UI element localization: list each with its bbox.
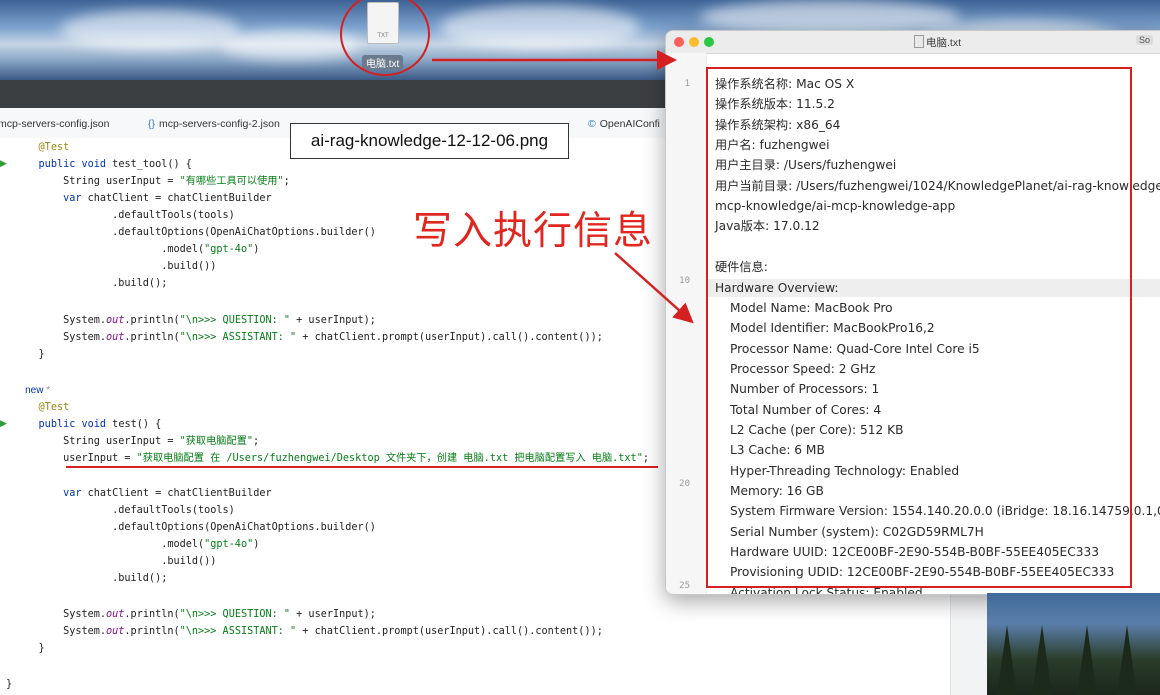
tab-mcp-servers-config-2[interactable]: {} mcp-servers-config-2.json [148, 118, 280, 130]
run-test-icon[interactable]: ▶ [0, 159, 7, 169]
code-line[interactable]: userInput = "获取电脑配置 在 /Users/fuzhengwei/… [14, 450, 649, 467]
code-line[interactable]: var chatClient = chatClientBuilder [14, 485, 272, 502]
tab-mcp-servers-config[interactable]: mcp-servers-config.json [0, 118, 109, 130]
tab-label: OpenAIConfi [599, 118, 660, 130]
run-test-icon[interactable]: ▶ [0, 419, 7, 429]
code-line[interactable]: System.out.println("\n>>> QUESTION: " + … [14, 606, 376, 623]
close-window-button[interactable] [674, 37, 684, 47]
class-icon: © [588, 118, 596, 130]
line-number: 1 [684, 79, 690, 89]
line-number: 20 [679, 479, 690, 489]
code-line[interactable]: String userInput = "获取电脑配置"; [14, 433, 259, 450]
tab-openai-config[interactable]: © OpenAIConfi [588, 118, 660, 130]
code-line[interactable]: } [14, 346, 45, 363]
code-line[interactable]: System.out.println("\n>>> QUESTION: " + … [14, 312, 376, 329]
code-line[interactable]: public void test_tool() { [14, 156, 192, 173]
tab-label: mcp-servers-config.json [0, 118, 110, 130]
code-line[interactable]: .model("gpt-4o") [14, 536, 259, 553]
code-line[interactable]: .build(); [14, 570, 167, 587]
code-line[interactable]: .defaultOptions(OpenAiChatOptions.builde… [14, 519, 376, 536]
code-line[interactable]: .build()) [14, 553, 216, 570]
code-line[interactable]: .build(); [14, 275, 167, 292]
screenshot-filename-label: ai-rag-knowledge-12-12-06.png [290, 123, 569, 159]
code-line[interactable]: System.out.println("\n>>> ASSISTANT: " +… [14, 623, 603, 640]
line-number: 25 [679, 581, 690, 591]
zoom-window-button[interactable] [704, 37, 714, 47]
window-titlebar[interactable]: 电脑.txt So [666, 31, 1160, 54]
annotation-note: 写入执行信息 [413, 209, 654, 254]
code-line[interactable]: new * [14, 382, 50, 399]
document-icon [914, 35, 924, 48]
annotation-box [706, 67, 1132, 588]
code-line[interactable]: var chatClient = chatClientBuilder [14, 190, 272, 207]
code-line[interactable]: .defaultTools(tools) [14, 502, 235, 519]
json-braces-icon: {} [148, 118, 156, 130]
code-line[interactable]: .model("gpt-4o") [14, 241, 259, 258]
code-line[interactable]: String userInput = "有哪些工具可以使用"; [14, 173, 290, 190]
annotation-underline [66, 466, 658, 468]
line-number-gutter: 1 10 20 25 [666, 53, 707, 594]
code-line[interactable]: .defaultOptions(OpenAiChatOptions.builde… [14, 224, 376, 241]
window-action-button[interactable]: So [1136, 35, 1154, 45]
desktop-wallpaper-corner [987, 593, 1160, 695]
minimize-window-button[interactable] [689, 37, 699, 47]
code-line[interactable]: .defaultTools(tools) [14, 207, 235, 224]
window-title: 电脑.txt [926, 37, 962, 49]
line-number: 10 [679, 276, 690, 286]
tab-label: mcp-servers-config-2.json [159, 118, 280, 130]
code-line[interactable]: @Test [14, 139, 70, 156]
code-line[interactable]: System.out.println("\n>>> ASSISTANT: " +… [14, 329, 603, 346]
code-line[interactable]: } [14, 640, 45, 657]
code-line[interactable]: @Test [14, 399, 70, 416]
code-line[interactable]: } [6, 676, 12, 693]
code-line[interactable]: .build()) [14, 258, 216, 275]
code-line[interactable]: public void test() { [14, 416, 162, 433]
